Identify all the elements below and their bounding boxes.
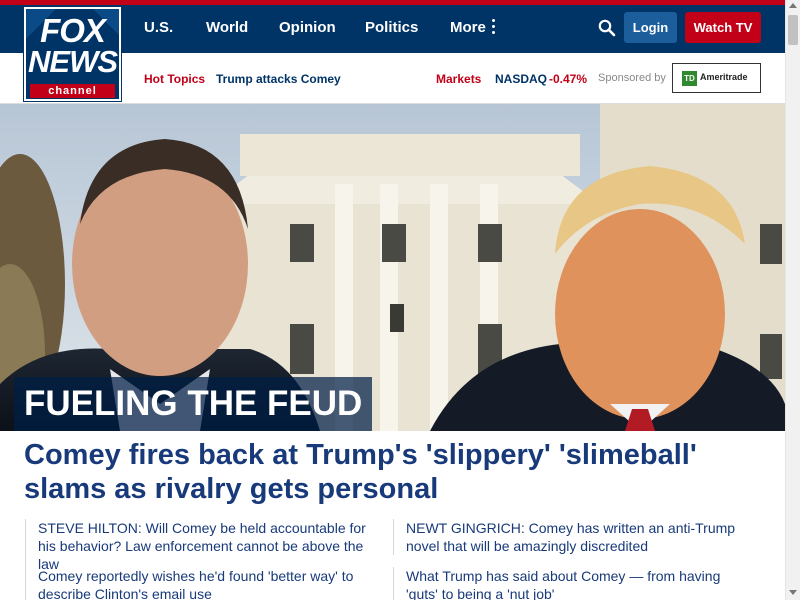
scroll-up-arrow-icon[interactable] bbox=[789, 3, 797, 8]
login-button[interactable]: Login bbox=[624, 12, 677, 43]
logo-line-news: NEWS bbox=[28, 44, 118, 79]
index-change: -0.47% bbox=[549, 72, 588, 86]
hero-label[interactable]: FUELING THE FEUD bbox=[14, 377, 373, 431]
index-name[interactable]: NASDAQ bbox=[495, 72, 547, 86]
nav-item-more[interactable]: More bbox=[450, 19, 486, 37]
watch-tv-button[interactable]: Watch TV bbox=[685, 12, 761, 43]
sponsor-logo[interactable]: TD Ameritrade bbox=[672, 63, 761, 93]
sponsor-name: Ameritrade bbox=[700, 72, 748, 82]
search-icon[interactable] bbox=[598, 19, 616, 37]
vertical-scrollbar[interactable] bbox=[785, 0, 800, 600]
related-story-link[interactable]: Comey reportedly wishes he'd found 'bett… bbox=[25, 567, 385, 600]
related-story-link[interactable]: NEWT GINGRICH: Comey has written an anti… bbox=[393, 519, 743, 555]
related-story-link[interactable]: What Trump has said about Comey — from h… bbox=[393, 567, 743, 600]
logo-line-channel: channel bbox=[30, 84, 115, 98]
nav-item-world[interactable]: World bbox=[206, 19, 248, 37]
logo-line-fox: FOX bbox=[40, 12, 106, 49]
fox-news-logo[interactable]: FOX NEWS channel bbox=[23, 6, 122, 102]
nav-item-opinion[interactable]: Opinion bbox=[279, 19, 336, 37]
related-story-link[interactable]: STEVE HILTON: Will Comey be held account… bbox=[25, 519, 385, 573]
nav-item-politics[interactable]: Politics bbox=[365, 19, 418, 37]
scroll-down-arrow-icon[interactable] bbox=[789, 590, 797, 595]
sponsored-label: Sponsored by bbox=[598, 72, 666, 84]
td-logo-icon: TD bbox=[682, 71, 697, 86]
nav-item-us[interactable]: U.S. bbox=[144, 19, 173, 37]
hot-topics-label: Hot Topics bbox=[144, 72, 206, 86]
scrollbar-thumb[interactable] bbox=[788, 15, 798, 45]
hot-topic-link[interactable]: Trump attacks Comey bbox=[216, 72, 341, 86]
markets-link[interactable]: Markets bbox=[436, 72, 481, 86]
kebab-icon[interactable] bbox=[491, 19, 496, 35]
main-headline[interactable]: Comey fires back at Trump's 'slippery' '… bbox=[24, 438, 774, 506]
